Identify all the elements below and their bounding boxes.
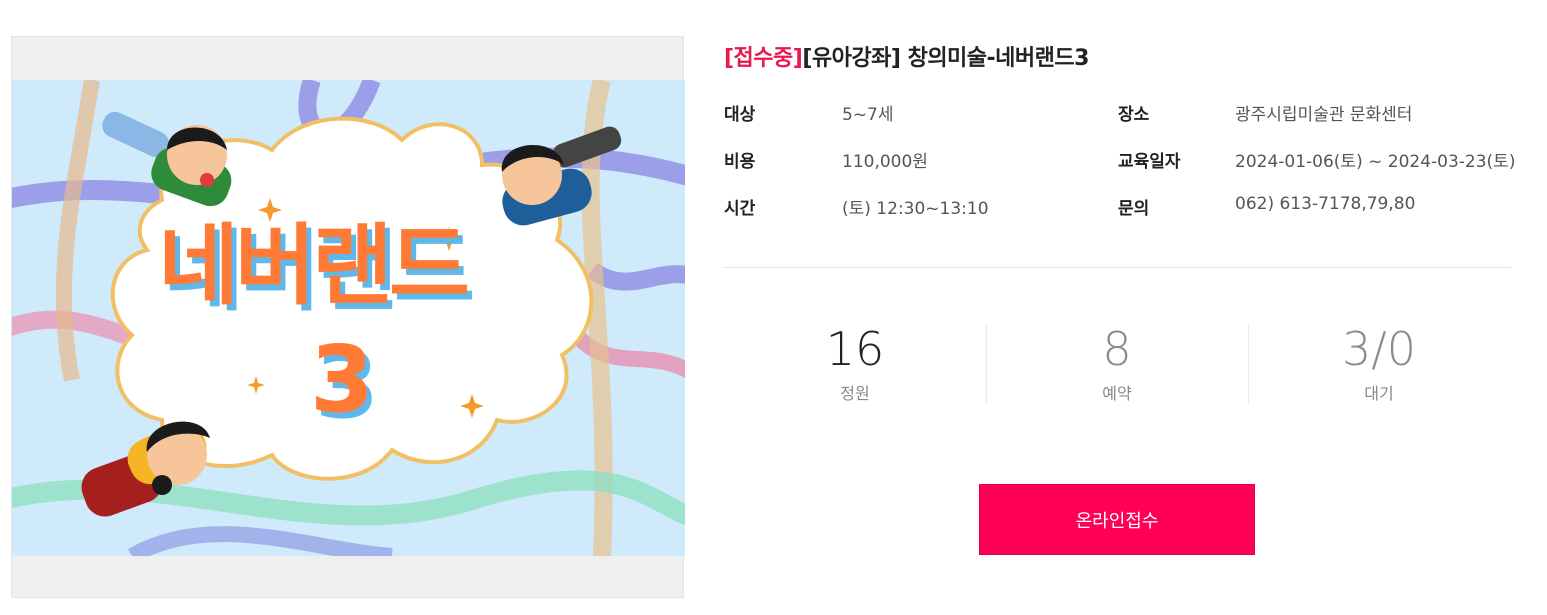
capacity-label: 정원 xyxy=(840,384,870,403)
location-value: 광주시립미술관 문화센터 xyxy=(1235,105,1413,125)
capacity-stat: 16 정원 xyxy=(724,322,986,406)
contact-label: 문의 xyxy=(1118,199,1150,219)
waiting-label: 대기 xyxy=(1364,384,1394,403)
contact-value: 062) 613-7178,79,80 xyxy=(1235,194,1416,214)
poster-title: 네버랜드 xyxy=(158,214,470,317)
online-apply-button[interactable]: 온라인접수 xyxy=(979,484,1255,555)
status-badge: [접수중] xyxy=(724,46,803,71)
course-name: [유아강좌] 창의미술-네버랜드3 xyxy=(802,46,1089,71)
course-title: [접수중][유아강좌] 창의미술-네버랜드3 xyxy=(724,40,1089,72)
time-label: 시간 xyxy=(724,199,756,219)
target-label: 대상 xyxy=(724,105,756,125)
reserved-stat: 8 예약 xyxy=(986,322,1248,406)
capacity-value: 16 xyxy=(825,322,885,376)
dates-label: 교육일자 xyxy=(1118,152,1181,172)
reserved-label: 예약 xyxy=(1102,384,1132,403)
enrollment-stats: 16 정원 8 예약 3/0 대기 xyxy=(724,322,1510,406)
cost-value: 110,000원 xyxy=(842,152,928,172)
course-poster: 네버랜드 3 xyxy=(11,36,685,598)
course-info: 대상 5~7세 장소 광주시립미술관 문화센터 비용 110,000원 교육일자… xyxy=(724,96,1516,237)
poster-background-art xyxy=(12,80,685,556)
target-value: 5~7세 xyxy=(842,105,894,125)
waiting-stat: 3/0 대기 xyxy=(1248,322,1510,406)
cost-label: 비용 xyxy=(724,152,756,172)
waiting-value: 3/0 xyxy=(1341,322,1417,376)
poster-illustration: 네버랜드 3 xyxy=(12,80,685,556)
reserved-value: 8 xyxy=(1102,322,1132,376)
info-row: 시간 (토) 12:30~13:10 문의 062) 613-7178,79,8… xyxy=(724,190,1514,237)
poster-number: 3 xyxy=(309,326,374,433)
info-row: 대상 5~7세 장소 광주시립미술관 문화센터 xyxy=(724,96,1514,143)
location-label: 장소 xyxy=(1118,105,1150,125)
dates-value: 2024-01-06(토) ~ 2024-03-23(토) xyxy=(1235,152,1516,172)
info-row: 비용 110,000원 교육일자 2024-01-06(토) ~ 2024-03… xyxy=(724,143,1516,190)
time-value: (토) 12:30~13:10 xyxy=(842,199,989,219)
divider xyxy=(724,267,1511,268)
